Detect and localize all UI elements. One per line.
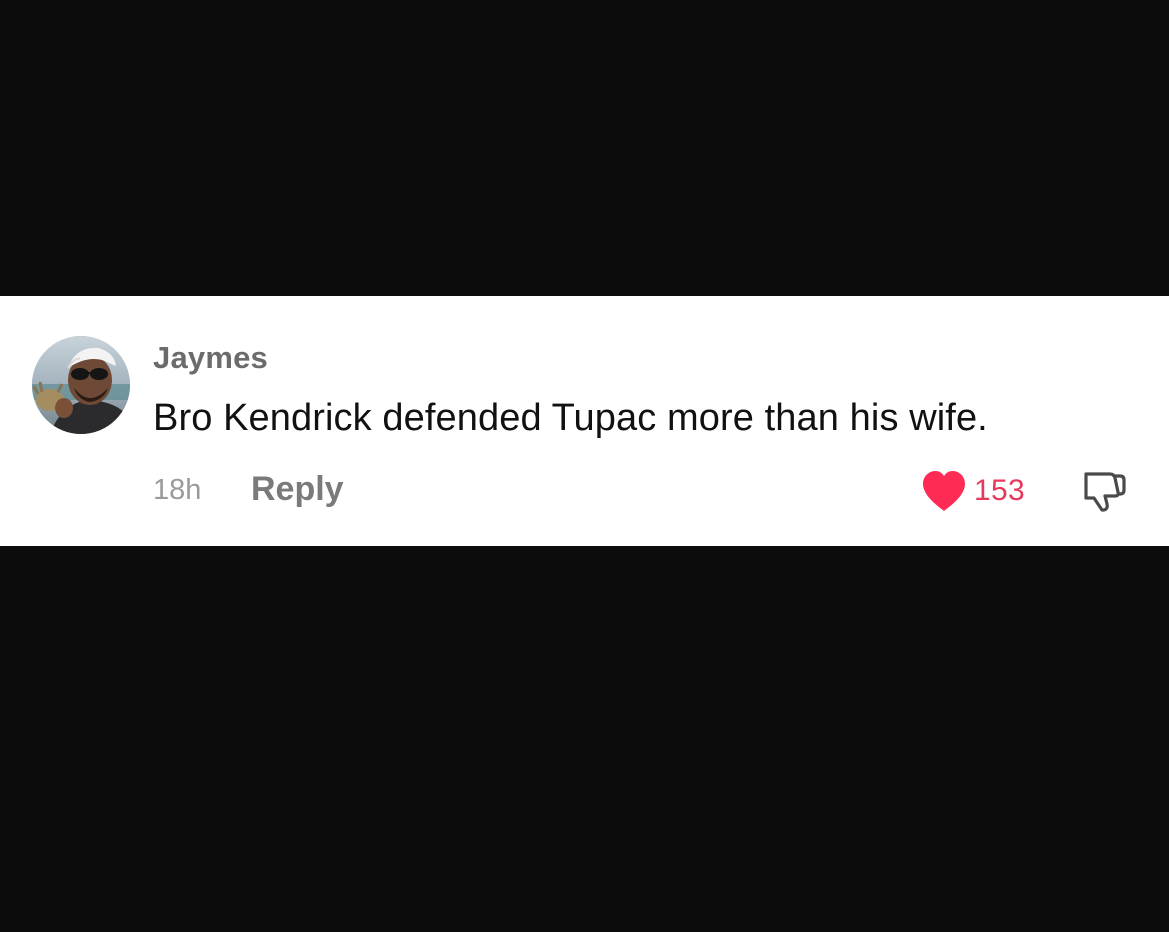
thumbs-down-icon [1084,472,1126,512]
heart-icon [923,471,965,511]
user-avatar[interactable] [32,336,130,434]
comment-text: Bro Kendrick defended Tupac more than hi… [153,397,988,439]
screen-frame: Jaymes Bro Kendrick defended Tupac more … [0,0,1169,932]
comment-username[interactable]: Jaymes [153,340,268,376]
reply-button[interactable]: Reply [251,470,344,509]
dislike-button[interactable] [1080,468,1128,514]
comment-card: Jaymes Bro Kendrick defended Tupac more … [0,296,1169,546]
avatar-photo [32,336,130,434]
like-count: 153 [974,474,1025,507]
comment-timestamp: 18h [153,474,202,506]
like-button[interactable]: 153 [920,468,1025,514]
